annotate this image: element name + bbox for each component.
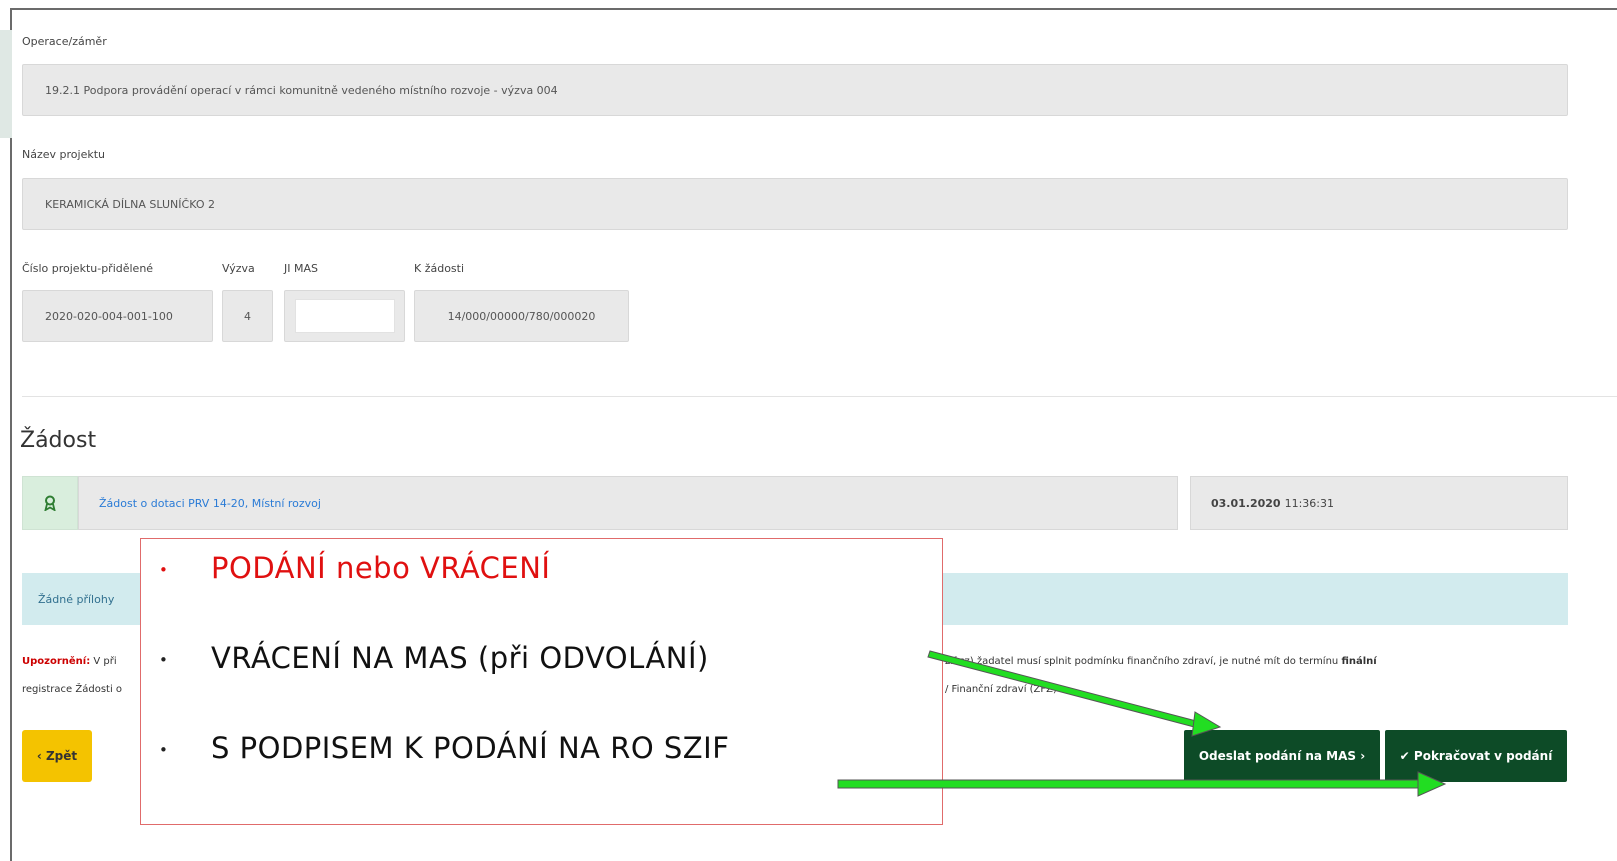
send-to-mas-button[interactable]: Odeslat podání na MAS › xyxy=(1184,730,1380,782)
warning-line-1-start-text: V při xyxy=(93,656,117,667)
back-button[interactable]: ‹ Zpět xyxy=(22,730,92,782)
call-field: 4 xyxy=(222,290,273,342)
operation-label: Operace/záměr xyxy=(22,35,107,48)
call-value: 4 xyxy=(244,309,251,323)
attachments-empty-text: Žádné přílohy xyxy=(38,592,115,606)
ribbon-award-icon xyxy=(44,495,56,511)
overlay-item-3: S PODPISEM K PODÁNÍ NA RO SZIF xyxy=(211,731,730,765)
project-number-field: 2020-020-004-001-100 xyxy=(22,290,213,342)
warning-line-1-end: zif.cz) žadatel musí splnit podmínku fin… xyxy=(945,656,1377,667)
warning-line-2-start: registrace Žádosti o xyxy=(22,684,123,695)
project-name-value: KERAMICKÁ DÍLNA SLUNÍČKO 2 xyxy=(45,197,215,211)
overlay-bullet-1: • xyxy=(159,561,168,579)
section-divider xyxy=(22,396,1617,397)
request-link[interactable]: Žádost o dotaci PRV 14-20, Místní rozvoj xyxy=(99,497,321,510)
section-title-zadost: Žádost xyxy=(20,428,97,453)
warning-line-2-end: / Finanční zdraví (ZFZ) xyxy=(945,684,1057,695)
request-date: 03.01.2020 xyxy=(1211,496,1281,510)
request-time: 11:36:31 xyxy=(1284,496,1334,510)
overlay-bullet-3: • xyxy=(159,741,168,759)
project-name-label: Název projektu xyxy=(22,148,105,161)
overlay-item-2: VRÁCENÍ NA MAS (při ODVOLÁNÍ) xyxy=(211,641,709,675)
warning-strong: Upozornění: xyxy=(22,656,91,667)
annotation-overlay: • PODÁNÍ nebo VRÁCENÍ • VRÁCENÍ NA MAS (… xyxy=(140,538,943,825)
call-label: Výzva xyxy=(222,262,255,275)
overlay-bullet-2: • xyxy=(159,651,168,669)
warning-line-1-end-bold: finální xyxy=(1341,656,1377,667)
project-number-label: Číslo projektu-přidělené xyxy=(22,262,154,275)
operation-field: 19.2.1 Podpora provádění operací v rámci… xyxy=(22,64,1568,116)
request-link-box[interactable]: Žádost o dotaci PRV 14-20, Místní rozvoj xyxy=(78,476,1178,530)
request-label: K žádosti xyxy=(414,262,465,275)
overlay-item-1: PODÁNÍ nebo VRÁCENÍ xyxy=(211,551,551,585)
operation-value: 19.2.1 Podpora provádění operací v rámci… xyxy=(45,83,558,97)
mas-field xyxy=(284,290,405,342)
warning-line-1-start: Upozornění: V při xyxy=(22,656,117,667)
request-value: 14/000/00000/780/000020 xyxy=(447,309,596,323)
request-icon-box xyxy=(22,476,78,530)
page: Operace/záměr 19.2.1 Podpora provádění o… xyxy=(0,0,1617,861)
project-number-value: 2020-020-004-001-100 xyxy=(45,309,173,323)
frame-border-top xyxy=(10,8,1617,10)
continue-button[interactable]: ✔ Pokračovat v podání xyxy=(1385,730,1567,782)
accent-strip xyxy=(0,30,12,138)
request-field: 14/000/00000/780/000020 xyxy=(414,290,629,342)
warning-line-1-end-text: zif.cz) žadatel musí splnit podmínku fin… xyxy=(945,656,1339,667)
project-name-field: KERAMICKÁ DÍLNA SLUNÍČKO 2 xyxy=(22,178,1568,230)
mas-input[interactable] xyxy=(294,299,395,333)
request-date-box: 03.01.2020 11:36:31 xyxy=(1190,476,1568,530)
mas-label: JI MAS xyxy=(284,262,318,275)
